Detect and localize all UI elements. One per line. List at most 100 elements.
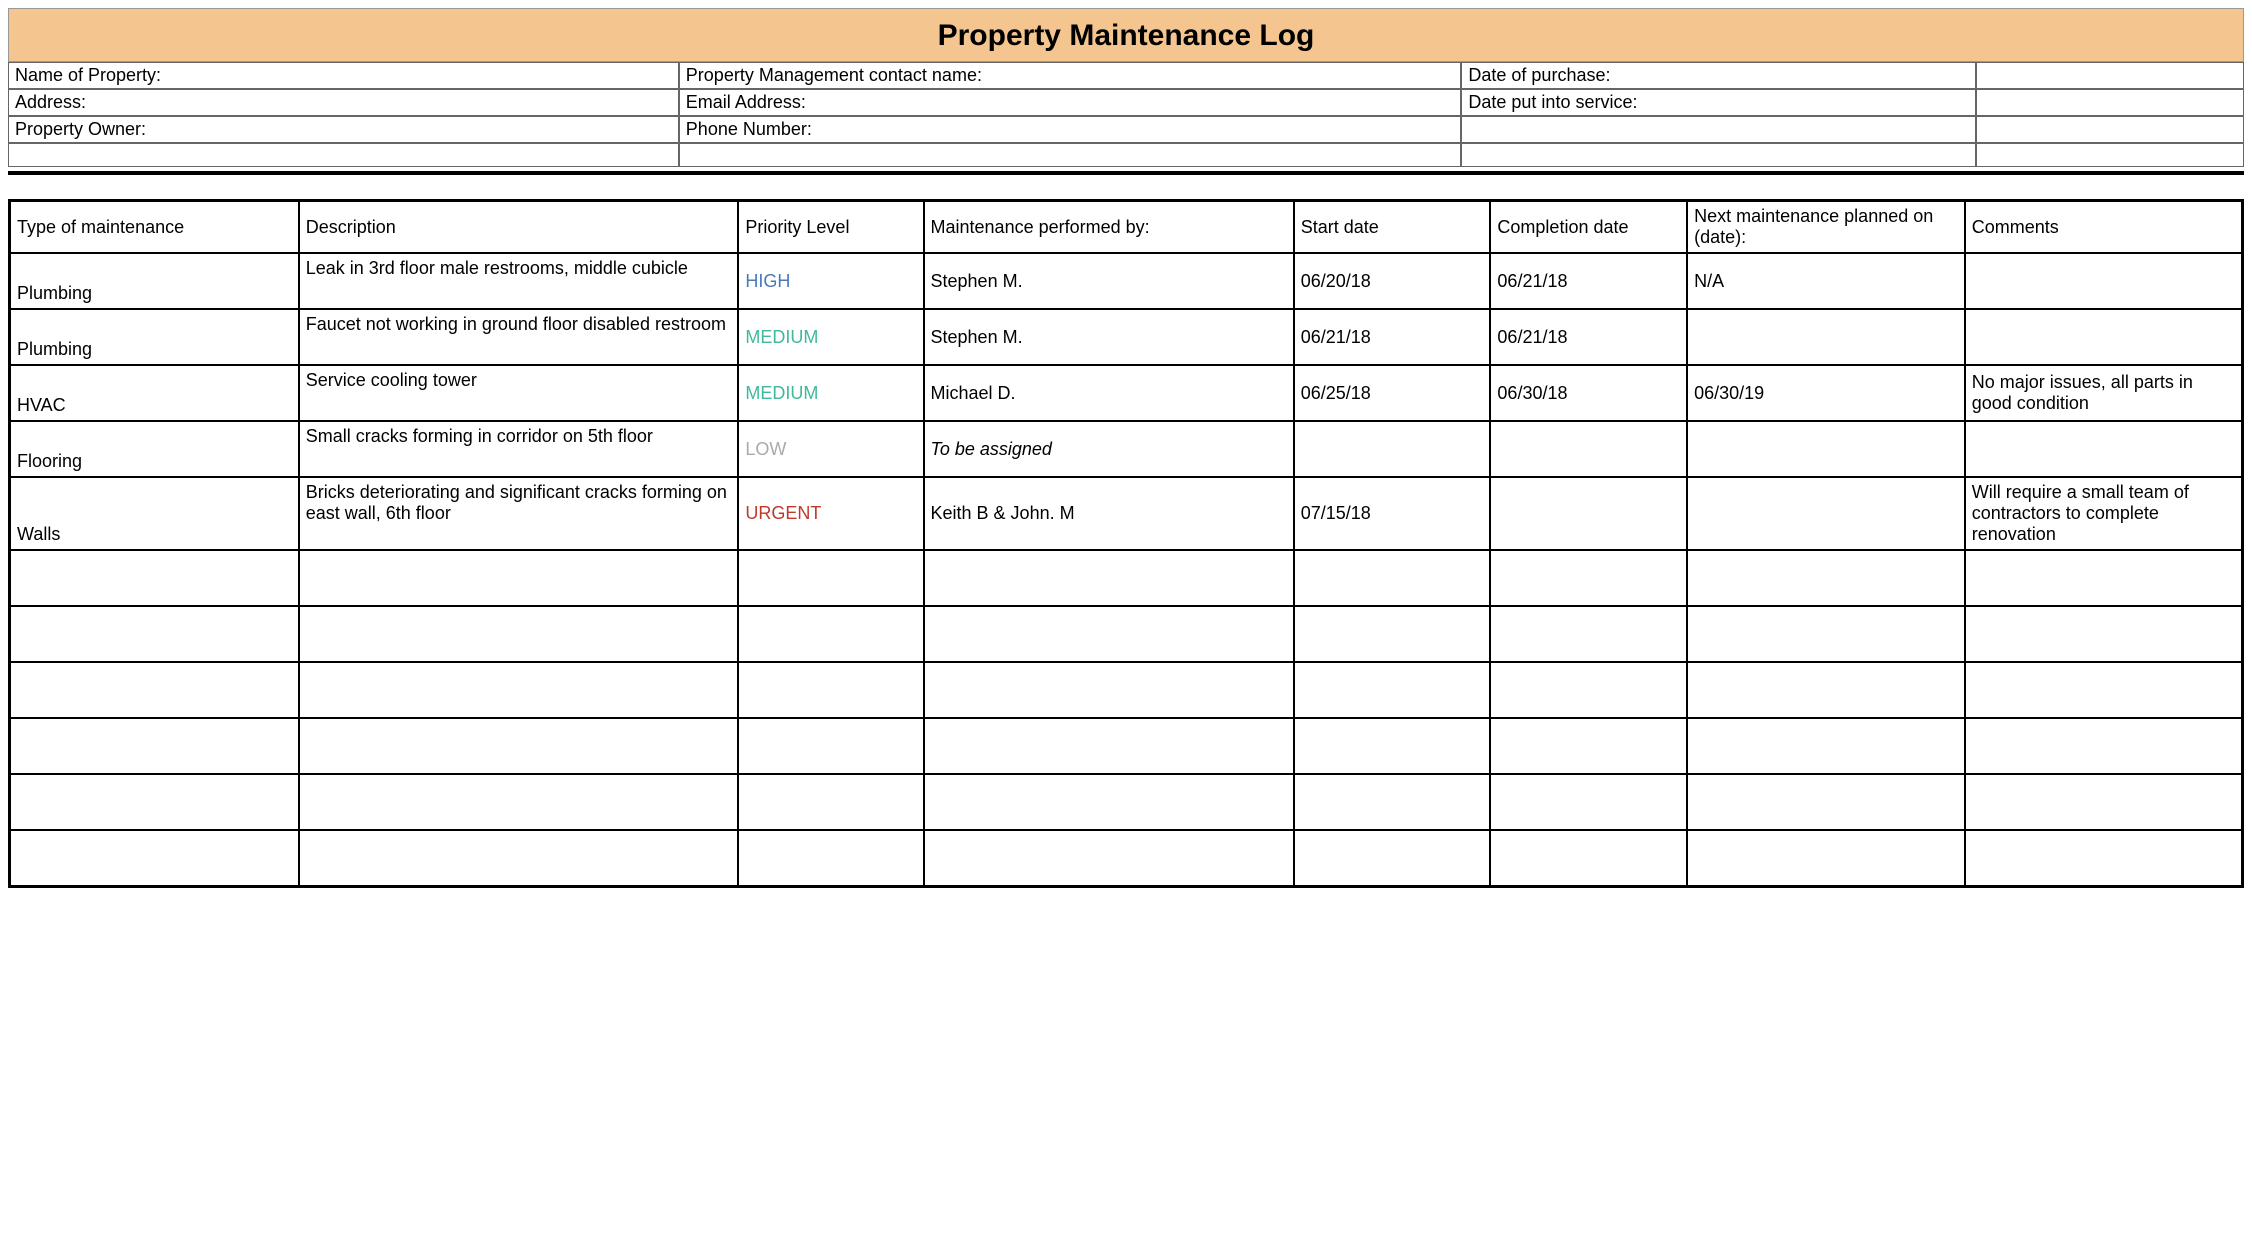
cell-next-maintenance[interactable]	[1687, 718, 1965, 774]
cell-next-maintenance[interactable]	[1687, 421, 1965, 477]
cell-completion-date[interactable]	[1490, 606, 1687, 662]
info-blank-8[interactable]	[1976, 143, 2244, 167]
cell-performed-by[interactable]	[924, 774, 1294, 830]
cell-type[interactable]: HVAC	[10, 365, 299, 421]
cell-priority[interactable]	[738, 662, 923, 718]
cell-start-date[interactable]	[1294, 662, 1491, 718]
info-date-service[interactable]: Date put into service:	[1461, 89, 1975, 116]
cell-performed-by[interactable]	[924, 662, 1294, 718]
cell-priority[interactable]	[738, 606, 923, 662]
cell-completion-date[interactable]	[1490, 421, 1687, 477]
cell-start-date[interactable]	[1294, 830, 1491, 886]
cell-completion-date[interactable]: 06/30/18	[1490, 365, 1687, 421]
cell-description[interactable]	[299, 662, 739, 718]
cell-completion-date[interactable]: 06/21/18	[1490, 309, 1687, 365]
cell-start-date[interactable]: 06/25/18	[1294, 365, 1491, 421]
info-blank-7[interactable]	[1461, 143, 1975, 167]
info-name-of-property[interactable]: Name of Property:	[8, 62, 679, 89]
cell-completion-date[interactable]	[1490, 550, 1687, 606]
cell-start-date[interactable]	[1294, 421, 1491, 477]
cell-comments[interactable]	[1965, 253, 2243, 309]
cell-type[interactable]	[10, 662, 299, 718]
info-date-purchase[interactable]: Date of purchase:	[1461, 62, 1975, 89]
cell-type[interactable]	[10, 830, 299, 886]
info-blank-6[interactable]	[679, 143, 1462, 167]
cell-start-date[interactable]	[1294, 774, 1491, 830]
info-blank-5[interactable]	[8, 143, 679, 167]
cell-type[interactable]: Walls	[10, 477, 299, 550]
cell-performed-by[interactable]: Stephen M.	[924, 309, 1294, 365]
cell-performed-by[interactable]: To be assigned	[924, 421, 1294, 477]
cell-completion-date[interactable]	[1490, 477, 1687, 550]
cell-next-maintenance[interactable]	[1687, 662, 1965, 718]
info-mgmt-contact[interactable]: Property Management contact name:	[679, 62, 1462, 89]
info-address[interactable]: Address:	[8, 89, 679, 116]
cell-description[interactable]	[299, 718, 739, 774]
cell-comments[interactable]	[1965, 550, 2243, 606]
cell-start-date[interactable]: 06/20/18	[1294, 253, 1491, 309]
cell-comments[interactable]	[1965, 830, 2243, 886]
cell-start-date[interactable]	[1294, 606, 1491, 662]
cell-priority[interactable]: MEDIUM	[738, 309, 923, 365]
cell-priority[interactable]: URGENT	[738, 477, 923, 550]
cell-completion-date[interactable]	[1490, 662, 1687, 718]
cell-comments[interactable]: No major issues, all parts in good condi…	[1965, 365, 2243, 421]
cell-priority[interactable]	[738, 830, 923, 886]
cell-next-maintenance[interactable]: N/A	[1687, 253, 1965, 309]
cell-performed-by[interactable]	[924, 550, 1294, 606]
cell-performed-by[interactable]	[924, 606, 1294, 662]
cell-performed-by[interactable]: Michael D.	[924, 365, 1294, 421]
cell-description[interactable]	[299, 774, 739, 830]
info-blank-2[interactable]	[1976, 89, 2244, 116]
cell-description[interactable]	[299, 606, 739, 662]
info-owner[interactable]: Property Owner:	[8, 116, 679, 143]
info-blank-4[interactable]	[1976, 116, 2244, 143]
info-blank-1[interactable]	[1976, 62, 2244, 89]
cell-priority[interactable]	[738, 718, 923, 774]
cell-comments[interactable]: Will require a small team of contractors…	[1965, 477, 2243, 550]
cell-description[interactable]	[299, 550, 739, 606]
cell-next-maintenance[interactable]	[1687, 477, 1965, 550]
cell-comments[interactable]	[1965, 421, 2243, 477]
cell-description[interactable]: Service cooling tower	[299, 365, 739, 421]
cell-type[interactable]	[10, 718, 299, 774]
cell-comments[interactable]	[1965, 774, 2243, 830]
cell-description[interactable]: Small cracks forming in corridor on 5th …	[299, 421, 739, 477]
cell-next-maintenance[interactable]	[1687, 830, 1965, 886]
cell-comments[interactable]	[1965, 309, 2243, 365]
cell-comments[interactable]	[1965, 662, 2243, 718]
cell-completion-date[interactable]	[1490, 830, 1687, 886]
cell-performed-by[interactable]	[924, 718, 1294, 774]
cell-comments[interactable]	[1965, 718, 2243, 774]
cell-start-date[interactable]: 07/15/18	[1294, 477, 1491, 550]
cell-next-maintenance[interactable]	[1687, 774, 1965, 830]
cell-type[interactable]	[10, 550, 299, 606]
cell-next-maintenance[interactable]	[1687, 606, 1965, 662]
cell-next-maintenance[interactable]	[1687, 550, 1965, 606]
cell-completion-date[interactable]	[1490, 718, 1687, 774]
cell-performed-by[interactable]: Keith B & John. M	[924, 477, 1294, 550]
cell-type[interactable]: Plumbing	[10, 309, 299, 365]
cell-priority[interactable]: MEDIUM	[738, 365, 923, 421]
cell-description[interactable]: Faucet not working in ground floor disab…	[299, 309, 739, 365]
cell-description[interactable]	[299, 830, 739, 886]
cell-start-date[interactable]: 06/21/18	[1294, 309, 1491, 365]
cell-priority[interactable]	[738, 550, 923, 606]
cell-next-maintenance[interactable]: 06/30/19	[1687, 365, 1965, 421]
info-blank-3[interactable]	[1461, 116, 1975, 143]
info-phone[interactable]: Phone Number:	[679, 116, 1462, 143]
cell-type[interactable]: Flooring	[10, 421, 299, 477]
cell-next-maintenance[interactable]	[1687, 309, 1965, 365]
cell-type[interactable]	[10, 774, 299, 830]
cell-type[interactable]: Plumbing	[10, 253, 299, 309]
cell-performed-by[interactable]	[924, 830, 1294, 886]
cell-start-date[interactable]	[1294, 550, 1491, 606]
cell-completion-date[interactable]	[1490, 774, 1687, 830]
cell-start-date[interactable]	[1294, 718, 1491, 774]
info-email[interactable]: Email Address:	[679, 89, 1462, 116]
cell-comments[interactable]	[1965, 606, 2243, 662]
cell-performed-by[interactable]: Stephen M.	[924, 253, 1294, 309]
cell-description[interactable]: Bricks deteriorating and significant cra…	[299, 477, 739, 550]
cell-priority[interactable]: HIGH	[738, 253, 923, 309]
cell-description[interactable]: Leak in 3rd floor male restrooms, middle…	[299, 253, 739, 309]
